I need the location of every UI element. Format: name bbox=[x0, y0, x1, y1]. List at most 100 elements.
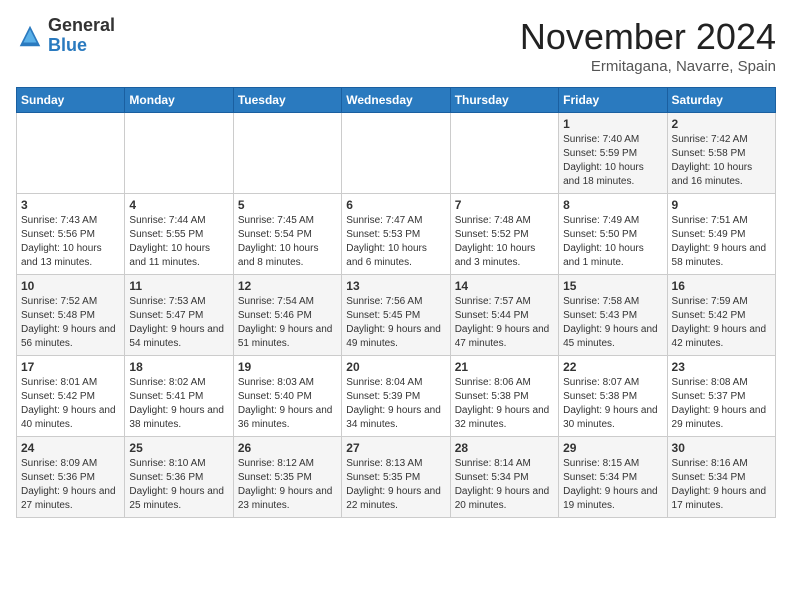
calendar-cell: 18Sunrise: 8:02 AM Sunset: 5:41 PM Dayli… bbox=[125, 356, 233, 437]
calendar-cell: 29 Sunrise: 8:15 AM Sunset: 5:34 PM Dayli… bbox=[559, 437, 667, 518]
day-info: Sunrise: 8:07 AM Sunset: 5:38 PM Dayligh… bbox=[563, 376, 662, 432]
day-number: 2 bbox=[672, 117, 771, 131]
day-number: 6 bbox=[346, 198, 445, 212]
header-thursday: Thursday bbox=[450, 88, 558, 113]
calendar-cell bbox=[17, 113, 125, 194]
calendar-cell: 25Sunrise: 8:10 AM Sunset: 5:36 PM Dayli… bbox=[125, 437, 233, 518]
day-info: Sunrise: 8:01 AM Sunset: 5:42 PM Dayligh… bbox=[21, 376, 120, 432]
day-info: Sunrise: 7:59 AM Sunset: 5:42 PM Dayligh… bbox=[672, 295, 771, 351]
day-number: 28 bbox=[455, 441, 554, 455]
day-info: Sunrise: 8:14 AM Sunset: 5:34 PM Dayligh… bbox=[455, 457, 554, 513]
calendar-cell: 5 Sunrise: 7:45 AM Sunset: 5:54 PM Daylig… bbox=[233, 194, 341, 275]
calendar-cell: 9 Sunrise: 7:51 AM Sunset: 5:49 PM Daylig… bbox=[667, 194, 775, 275]
calendar-cell: 8 Sunrise: 7:49 AM Sunset: 5:50 PM Daylig… bbox=[559, 194, 667, 275]
day-info: Sunrise: 8:06 AM Sunset: 5:38 PM Dayligh… bbox=[455, 376, 554, 432]
day-number: 17 bbox=[21, 360, 120, 374]
day-number: 22 bbox=[563, 360, 662, 374]
calendar-cell bbox=[233, 113, 341, 194]
day-number: 29 bbox=[563, 441, 662, 455]
day-number: 11 bbox=[129, 279, 228, 293]
logo: General Blue bbox=[16, 16, 115, 56]
page-header: General Blue November 2024 Ermitagana, N… bbox=[16, 16, 776, 75]
calendar-cell: 1 Sunrise: 7:40 AM Sunset: 5:59 PM Daylig… bbox=[559, 113, 667, 194]
calendar-cell: 12Sunrise: 7:54 AM Sunset: 5:46 PM Dayli… bbox=[233, 275, 341, 356]
day-number: 10 bbox=[21, 279, 120, 293]
calendar-cell: 17 Sunrise: 8:01 AM Sunset: 5:42 PM Dayli… bbox=[17, 356, 125, 437]
day-number: 21 bbox=[455, 360, 554, 374]
day-info: Sunrise: 8:09 AM Sunset: 5:36 PM Dayligh… bbox=[21, 457, 120, 513]
day-info: Sunrise: 7:53 AM Sunset: 5:47 PM Dayligh… bbox=[129, 295, 228, 351]
day-number: 20 bbox=[346, 360, 445, 374]
day-number: 26 bbox=[238, 441, 337, 455]
calendar-cell: 23Sunrise: 8:08 AM Sunset: 5:37 PM Dayli… bbox=[667, 356, 775, 437]
day-number: 18 bbox=[129, 360, 228, 374]
day-info: Sunrise: 7:43 AM Sunset: 5:56 PM Dayligh… bbox=[21, 214, 120, 270]
logo-general: General bbox=[48, 16, 115, 36]
day-info: Sunrise: 7:58 AM Sunset: 5:43 PM Dayligh… bbox=[563, 295, 662, 351]
calendar-week-2: 3 Sunrise: 7:43 AM Sunset: 5:56 PM Daylig… bbox=[17, 194, 776, 275]
header-monday: Monday bbox=[125, 88, 233, 113]
day-number: 5 bbox=[238, 198, 337, 212]
day-info: Sunrise: 7:52 AM Sunset: 5:48 PM Dayligh… bbox=[21, 295, 120, 351]
day-info: Sunrise: 8:12 AM Sunset: 5:35 PM Dayligh… bbox=[238, 457, 337, 513]
calendar-cell: 21 Sunrise: 8:06 AM Sunset: 5:38 PM Dayli… bbox=[450, 356, 558, 437]
day-number: 13 bbox=[346, 279, 445, 293]
day-info: Sunrise: 7:40 AM Sunset: 5:59 PM Dayligh… bbox=[563, 133, 662, 189]
calendar-week-3: 10 Sunrise: 7:52 AM Sunset: 5:48 PM Dayli… bbox=[17, 275, 776, 356]
day-info: Sunrise: 7:49 AM Sunset: 5:50 PM Dayligh… bbox=[563, 214, 662, 270]
day-info: Sunrise: 8:15 AM Sunset: 5:34 PM Dayligh… bbox=[563, 457, 662, 513]
calendar-cell: 15Sunrise: 7:58 AM Sunset: 5:43 PM Dayli… bbox=[559, 275, 667, 356]
header-friday: Friday bbox=[559, 88, 667, 113]
day-number: 4 bbox=[129, 198, 228, 212]
day-info: Sunrise: 7:42 AM Sunset: 5:58 PM Dayligh… bbox=[672, 133, 771, 189]
day-info: Sunrise: 7:51 AM Sunset: 5:49 PM Dayligh… bbox=[672, 214, 771, 270]
header-saturday: Saturday bbox=[667, 88, 775, 113]
calendar-cell: 2 Sunrise: 7:42 AM Sunset: 5:58 PM Daylig… bbox=[667, 113, 775, 194]
day-info: Sunrise: 7:48 AM Sunset: 5:52 PM Dayligh… bbox=[455, 214, 554, 270]
calendar-cell: 28 Sunrise: 8:14 AM Sunset: 5:34 PM Dayli… bbox=[450, 437, 558, 518]
day-info: Sunrise: 7:54 AM Sunset: 5:46 PM Dayligh… bbox=[238, 295, 337, 351]
header-tuesday: Tuesday bbox=[233, 88, 341, 113]
day-number: 14 bbox=[455, 279, 554, 293]
day-info: Sunrise: 7:45 AM Sunset: 5:54 PM Dayligh… bbox=[238, 214, 337, 270]
day-number: 16 bbox=[672, 279, 771, 293]
calendar-cell: 22 Sunrise: 8:07 AM Sunset: 5:38 PM Dayli… bbox=[559, 356, 667, 437]
day-info: Sunrise: 8:04 AM Sunset: 5:39 PM Dayligh… bbox=[346, 376, 445, 432]
day-info: Sunrise: 8:03 AM Sunset: 5:40 PM Dayligh… bbox=[238, 376, 337, 432]
calendar-week-1: 1 Sunrise: 7:40 AM Sunset: 5:59 PM Daylig… bbox=[17, 113, 776, 194]
day-info: Sunrise: 7:57 AM Sunset: 5:44 PM Dayligh… bbox=[455, 295, 554, 351]
day-info: Sunrise: 8:08 AM Sunset: 5:37 PM Dayligh… bbox=[672, 376, 771, 432]
day-number: 24 bbox=[21, 441, 120, 455]
calendar-cell: 20 Sunrise: 8:04 AM Sunset: 5:39 PM Dayli… bbox=[342, 356, 450, 437]
day-number: 30 bbox=[672, 441, 771, 455]
calendar-body: 1 Sunrise: 7:40 AM Sunset: 5:59 PM Daylig… bbox=[17, 113, 776, 518]
calendar-cell bbox=[342, 113, 450, 194]
day-number: 3 bbox=[21, 198, 120, 212]
calendar-cell bbox=[125, 113, 233, 194]
day-number: 7 bbox=[455, 198, 554, 212]
calendar-cell: 14 Sunrise: 7:57 AM Sunset: 5:44 PM Dayli… bbox=[450, 275, 558, 356]
calendar-cell: 13Sunrise: 7:56 AM Sunset: 5:45 PM Dayli… bbox=[342, 275, 450, 356]
calendar-header-row: SundayMondayTuesdayWednesdayThursdayFrid… bbox=[17, 88, 776, 113]
calendar-cell: 26 Sunrise: 8:12 AM Sunset: 5:35 PM Dayli… bbox=[233, 437, 341, 518]
calendar-cell: 10 Sunrise: 7:52 AM Sunset: 5:48 PM Dayli… bbox=[17, 275, 125, 356]
day-number: 9 bbox=[672, 198, 771, 212]
day-info: Sunrise: 8:16 AM Sunset: 5:34 PM Dayligh… bbox=[672, 457, 771, 513]
day-info: Sunrise: 7:44 AM Sunset: 5:55 PM Dayligh… bbox=[129, 214, 228, 270]
day-number: 8 bbox=[563, 198, 662, 212]
calendar-table: SundayMondayTuesdayWednesdayThursdayFrid… bbox=[16, 87, 776, 518]
calendar-week-5: 24 Sunrise: 8:09 AM Sunset: 5:36 PM Dayli… bbox=[17, 437, 776, 518]
calendar-cell: 11 Sunrise: 7:53 AM Sunset: 5:47 PM Dayli… bbox=[125, 275, 233, 356]
month-title: November 2024 bbox=[520, 16, 776, 58]
logo-text: General Blue bbox=[48, 16, 115, 56]
day-number: 27 bbox=[346, 441, 445, 455]
day-number: 19 bbox=[238, 360, 337, 374]
title-block: November 2024 Ermitagana, Navarre, Spain bbox=[520, 16, 776, 75]
day-number: 1 bbox=[563, 117, 662, 131]
calendar-cell: 3 Sunrise: 7:43 AM Sunset: 5:56 PM Daylig… bbox=[17, 194, 125, 275]
calendar-cell: 6Sunrise: 7:47 AM Sunset: 5:53 PM Daylig… bbox=[342, 194, 450, 275]
day-info: Sunrise: 8:13 AM Sunset: 5:35 PM Dayligh… bbox=[346, 457, 445, 513]
calendar-week-4: 17 Sunrise: 8:01 AM Sunset: 5:42 PM Dayli… bbox=[17, 356, 776, 437]
header-sunday: Sunday bbox=[17, 88, 125, 113]
calendar-cell: 16 Sunrise: 7:59 AM Sunset: 5:42 PM Dayli… bbox=[667, 275, 775, 356]
